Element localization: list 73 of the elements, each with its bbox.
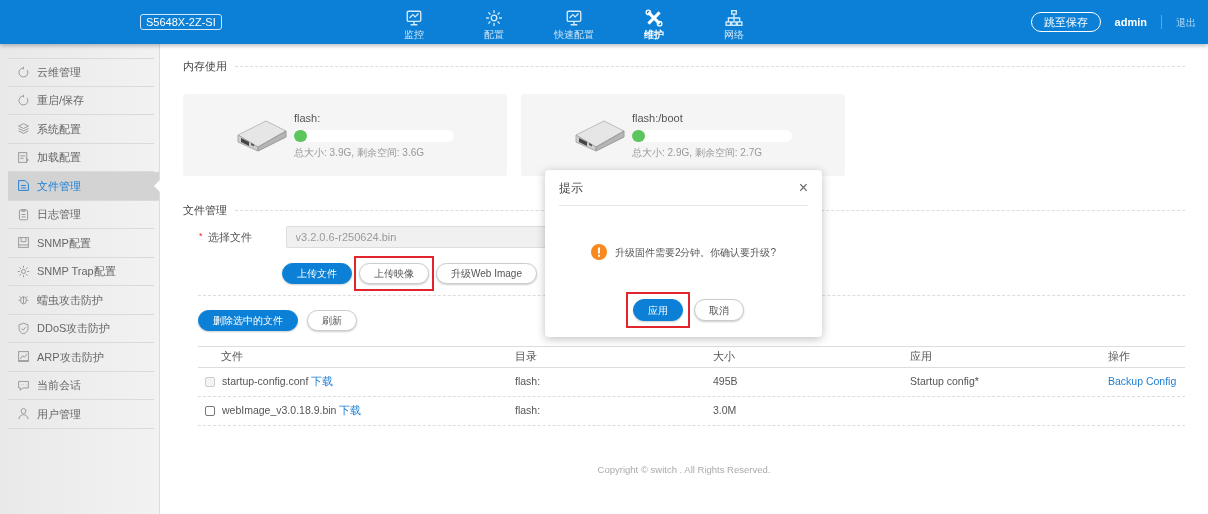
sidebar-item[interactable]: 蠕虫攻击防护 (8, 286, 154, 315)
refresh-icon (17, 65, 30, 79)
sidebar-item[interactable]: 日志管理 (8, 200, 154, 229)
nav-tab[interactable]: 监控 (374, 3, 454, 41)
action-button[interactable]: 刷新 (307, 310, 357, 331)
section-title: 内存使用 (183, 58, 227, 74)
sidebar-item[interactable]: 重启/保存 (8, 86, 154, 115)
column-header: 应用 (910, 350, 932, 363)
warning-icon (590, 244, 607, 260)
device-label: S5648X-2Z-SI (140, 13, 222, 30)
field-label: 选择文件 (207, 229, 253, 245)
document-icon (17, 179, 30, 193)
dialog-title: 提示 (559, 179, 583, 197)
upload-button[interactable]: 升级Web Image (436, 262, 537, 284)
logout-link[interactable]: 退出 (1176, 14, 1196, 30)
refresh-icon (17, 93, 30, 107)
disk-summary: 总大小: 2.9G, 剩余空间: 2.7G (632, 145, 764, 160)
required-mark: * (199, 230, 203, 244)
disk-name: flash:/boot (632, 111, 684, 127)
nav-tab[interactable]: 快速配置 (534, 3, 614, 41)
column-header: 大小 (713, 350, 735, 363)
sidebar-item[interactable]: 当前会话 (8, 371, 154, 400)
column-header: 操作 (1108, 350, 1130, 363)
table-cell: 3.0M (713, 404, 737, 417)
network-icon (725, 9, 743, 27)
sidebar-item[interactable]: 云维管理 (8, 58, 154, 87)
shield-icon (17, 321, 30, 335)
table-cell: Startup config* (910, 375, 979, 388)
sidebar-item[interactable]: SNMP配置 (8, 229, 154, 258)
dialog-button[interactable]: 应用 (633, 299, 683, 321)
copyright-text: Copyright © switch . All Rights Reserved. (597, 464, 771, 475)
bug-icon (17, 293, 30, 307)
table-cell: 495B (713, 375, 738, 388)
sidebar-item[interactable]: SNMP Trap配置 (8, 257, 154, 286)
tools-icon (645, 9, 663, 27)
download-link[interactable]: 下载 (339, 403, 362, 419)
selection-pointer (154, 180, 160, 192)
nav-tab[interactable]: 网络 (694, 3, 774, 41)
disk-name: flash: (294, 111, 322, 127)
layers-icon (17, 122, 30, 136)
sidebar-item[interactable]: DDoS攻击防护 (8, 314, 154, 343)
gear-icon (17, 264, 30, 278)
dialog-button[interactable]: 取消 (694, 299, 744, 321)
table-cell: flash: (515, 404, 541, 417)
section-title: 文件管理 (183, 202, 227, 218)
gear-icon (485, 9, 503, 27)
file-name: webImage_v3.0.18.9.bin (222, 403, 337, 419)
dialog-message: 升级固件需要2分钟。你确认要升级? (614, 245, 777, 260)
user-name: admin (1114, 14, 1147, 30)
chart-icon (17, 350, 30, 364)
nav-tab[interactable]: 配置 (454, 3, 534, 41)
clipboard-icon (17, 207, 30, 221)
upload-button[interactable]: 上传映像 (359, 262, 429, 284)
close-button[interactable]: × (798, 179, 808, 196)
file-name: startup-config.conf (222, 374, 309, 390)
config-icon (17, 150, 30, 164)
disk-summary: 总大小: 3.9G, 剩余空间: 3.6G (294, 145, 426, 160)
row-checkbox[interactable] (205, 406, 215, 416)
column-header: 文件 (221, 349, 243, 365)
user-icon (17, 407, 30, 421)
upload-button[interactable]: 上传文件 (282, 262, 352, 284)
action-button[interactable]: 删除选中的文件 (198, 310, 298, 331)
sidebar-item[interactable]: 用户管理 (8, 400, 154, 429)
sidebar-item[interactable]: ARP攻击防护 (8, 343, 154, 372)
monitor-icon (565, 9, 583, 27)
board-icon (17, 236, 30, 250)
column-header: 目录 (515, 350, 537, 363)
monitor-icon (405, 9, 423, 27)
chat-icon (17, 378, 30, 392)
sidebar-item[interactable]: 文件管理 (8, 172, 159, 201)
nav-tab[interactable]: 维护 (614, 3, 694, 41)
sidebar-item[interactable]: 系统配置 (8, 115, 154, 144)
table-cell: flash: (515, 375, 541, 388)
